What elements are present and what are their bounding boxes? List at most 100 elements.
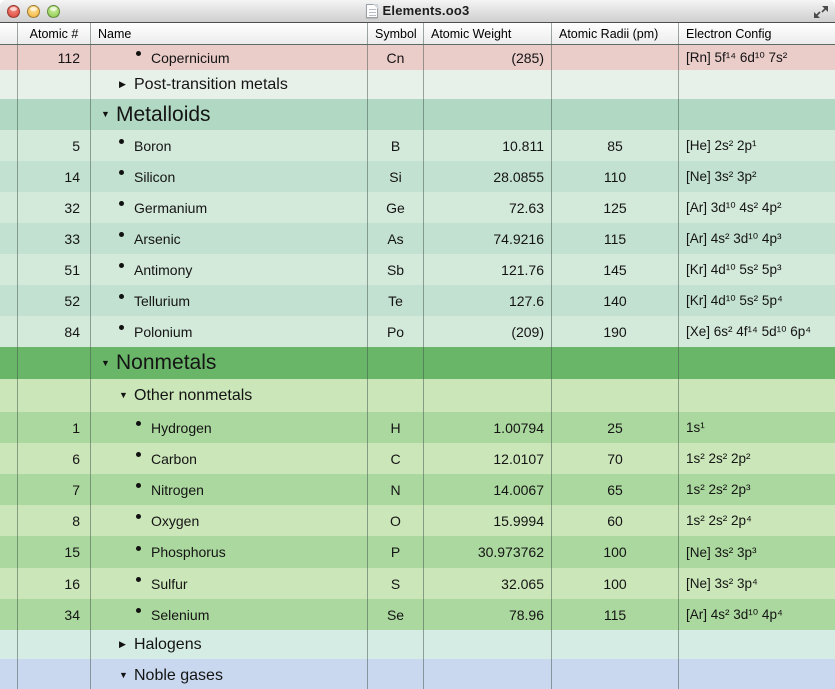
atomic-weight-cell: 1.00794 bbox=[424, 412, 552, 443]
fullscreen-icon[interactable] bbox=[813, 4, 829, 20]
disclosure-triangle-expanded-icon[interactable]: ▼ bbox=[119, 391, 134, 400]
section-row[interactable]: ▼Other nonmetals bbox=[0, 379, 835, 412]
atomic-weight-cell bbox=[424, 99, 552, 130]
row-label: Nonmetals bbox=[116, 351, 216, 375]
zoom-button[interactable] bbox=[47, 5, 60, 18]
item-bullet-handle[interactable] bbox=[136, 581, 151, 586]
section-row[interactable]: ▶Halogens bbox=[0, 630, 835, 659]
row-gutter bbox=[0, 192, 18, 223]
item-bullet-handle[interactable] bbox=[119, 298, 134, 303]
element-row[interactable]: 52TelluriumTe127.6140[Kr] 4d¹⁰ 5s² 5p⁴ bbox=[0, 285, 835, 316]
symbol-cell bbox=[368, 379, 424, 412]
element-row[interactable]: 16SulfurS32.065100[Ne] 3s² 3p⁴ bbox=[0, 568, 835, 599]
column-header-atomic-weight[interactable]: Atomic Weight bbox=[424, 23, 552, 44]
element-row[interactable]: 84PoloniumPo(209)190[Xe] 6s² 4f¹⁴ 5d¹⁰ 6… bbox=[0, 316, 835, 347]
bullet-glyph bbox=[119, 294, 124, 299]
disclosure-triangle-collapsed-icon[interactable]: ▶ bbox=[119, 80, 134, 89]
name-cell: Hydrogen bbox=[91, 412, 368, 443]
symbol-cell: Se bbox=[368, 599, 424, 630]
element-row[interactable]: 51AntimonySb121.76145[Kr] 4d¹⁰ 5s² 5p³ bbox=[0, 254, 835, 285]
atomic-weight-cell bbox=[424, 659, 552, 689]
column-header-symbol[interactable]: Symbol bbox=[368, 23, 424, 44]
atomic-radius-cell: 115 bbox=[552, 599, 679, 630]
element-row[interactable]: 1HydrogenH1.00794251s¹ bbox=[0, 412, 835, 443]
element-row[interactable]: 8OxygenO15.9994601s² 2s² 2p⁴ bbox=[0, 505, 835, 536]
item-bullet-handle[interactable] bbox=[136, 456, 151, 461]
close-button[interactable] bbox=[7, 5, 20, 18]
item-bullet-handle[interactable] bbox=[136, 487, 151, 492]
row-gutter bbox=[0, 70, 18, 99]
column-header-name[interactable]: Name bbox=[91, 23, 368, 44]
electron-config-cell bbox=[679, 70, 835, 99]
atomic-radius-cell: 140 bbox=[552, 285, 679, 316]
item-bullet-handle[interactable] bbox=[136, 550, 151, 555]
atomic-number-cell: 14 bbox=[18, 161, 91, 192]
symbol-cell bbox=[368, 659, 424, 689]
section-row[interactable]: ▶Post-transition metals bbox=[0, 70, 835, 99]
row-gutter bbox=[0, 161, 18, 192]
app-window: Elements.oo3 Atomic # Name Symbol Atomic… bbox=[0, 0, 835, 689]
item-bullet-handle[interactable] bbox=[119, 174, 134, 179]
symbol-cell: B bbox=[368, 130, 424, 161]
bullet-glyph bbox=[119, 232, 124, 237]
item-bullet-handle[interactable] bbox=[119, 329, 134, 334]
element-row[interactable]: 7NitrogenN14.0067651s² 2s² 2p³ bbox=[0, 474, 835, 505]
atomic-radius-cell: 145 bbox=[552, 254, 679, 285]
atomic-number-cell: 112 bbox=[18, 45, 91, 70]
element-row[interactable]: 6CarbonC12.0107701s² 2s² 2p² bbox=[0, 443, 835, 474]
section-row[interactable]: ▼Metalloids bbox=[0, 99, 835, 130]
item-bullet-handle[interactable] bbox=[119, 205, 134, 210]
electron-config-cell: [Rn] 5f¹⁴ 6d¹⁰ 7s² bbox=[679, 45, 835, 70]
disclosure-triangle-collapsed-icon[interactable]: ▶ bbox=[119, 640, 134, 649]
item-bullet-handle[interactable] bbox=[136, 425, 151, 430]
element-row[interactable]: 15PhosphorusP30.973762100[Ne] 3s² 3p³ bbox=[0, 536, 835, 568]
element-row[interactable]: 34SeleniumSe78.96115[Ar] 4s² 3d¹⁰ 4p⁴ bbox=[0, 599, 835, 630]
electron-config-cell: [Ar] 4s² 3d¹⁰ 4p³ bbox=[679, 223, 835, 254]
document-icon bbox=[366, 4, 378, 18]
element-row[interactable]: 33ArsenicAs74.9216115[Ar] 4s² 3d¹⁰ 4p³ bbox=[0, 223, 835, 254]
atomic-radius-cell bbox=[552, 630, 679, 659]
item-bullet-handle[interactable] bbox=[136, 612, 151, 617]
row-label: Selenium bbox=[151, 607, 209, 623]
atomic-radius-cell bbox=[552, 70, 679, 99]
row-gutter bbox=[0, 568, 18, 599]
bullet-glyph bbox=[119, 170, 124, 175]
atomic-weight-cell: 12.0107 bbox=[424, 443, 552, 474]
electron-config-cell: [Xe] 6s² 4f¹⁴ 5d¹⁰ 6p⁴ bbox=[679, 316, 835, 347]
atomic-number-cell: 15 bbox=[18, 536, 91, 568]
column-header-atomic-number[interactable]: Atomic # bbox=[18, 23, 91, 44]
row-label: Sulfur bbox=[151, 576, 188, 592]
row-label: Metalloids bbox=[116, 103, 211, 127]
disclosure-triangle-expanded-icon[interactable]: ▼ bbox=[101, 359, 116, 368]
disclosure-triangle-expanded-icon[interactable]: ▼ bbox=[101, 110, 116, 119]
atomic-weight-cell: 30.973762 bbox=[424, 536, 552, 568]
disclosure-triangle-expanded-icon[interactable]: ▼ bbox=[119, 671, 134, 680]
item-bullet-handle[interactable] bbox=[119, 143, 134, 148]
title-bar[interactable]: Elements.oo3 bbox=[0, 0, 835, 23]
item-bullet-handle[interactable] bbox=[119, 267, 134, 272]
name-cell: ▶Halogens bbox=[91, 630, 368, 659]
item-bullet-handle[interactable] bbox=[136, 55, 151, 60]
minimize-button[interactable] bbox=[27, 5, 40, 18]
section-row[interactable]: ▼ Nonmetals bbox=[0, 347, 835, 379]
item-bullet-handle[interactable] bbox=[119, 236, 134, 241]
name-cell: ▼Noble gases bbox=[91, 659, 368, 689]
element-row[interactable]: 14SiliconSi28.0855110[Ne] 3s² 3p² bbox=[0, 161, 835, 192]
element-row[interactable]: 32GermaniumGe72.63125[Ar] 3d¹⁰ 4s² 4p² bbox=[0, 192, 835, 223]
row-label: Hydrogen bbox=[151, 420, 212, 436]
element-row[interactable]: 112CoperniciumCn(285)[Rn] 5f¹⁴ 6d¹⁰ 7s² bbox=[0, 45, 835, 70]
item-bullet-handle[interactable] bbox=[136, 518, 151, 523]
symbol-cell: Si bbox=[368, 161, 424, 192]
section-row[interactable]: ▼Noble gases bbox=[0, 659, 835, 689]
column-header-atomic-radii[interactable]: Atomic Radii (pm) bbox=[552, 23, 679, 44]
triangle-glyph: ▼ bbox=[101, 359, 110, 368]
atomic-number-cell: 84 bbox=[18, 316, 91, 347]
column-header-electron-config[interactable]: Electron Config bbox=[679, 23, 835, 44]
atomic-weight-cell: 72.63 bbox=[424, 192, 552, 223]
electron-config-cell: [Ar] 4s² 3d¹⁰ 4p⁴ bbox=[679, 599, 835, 630]
element-row[interactable]: 5BoronB10.81185[He] 2s² 2p¹ bbox=[0, 130, 835, 161]
name-cell: Silicon bbox=[91, 161, 368, 192]
row-gutter bbox=[0, 316, 18, 347]
name-cell: Carbon bbox=[91, 443, 368, 474]
atomic-number-cell: 8 bbox=[18, 505, 91, 536]
